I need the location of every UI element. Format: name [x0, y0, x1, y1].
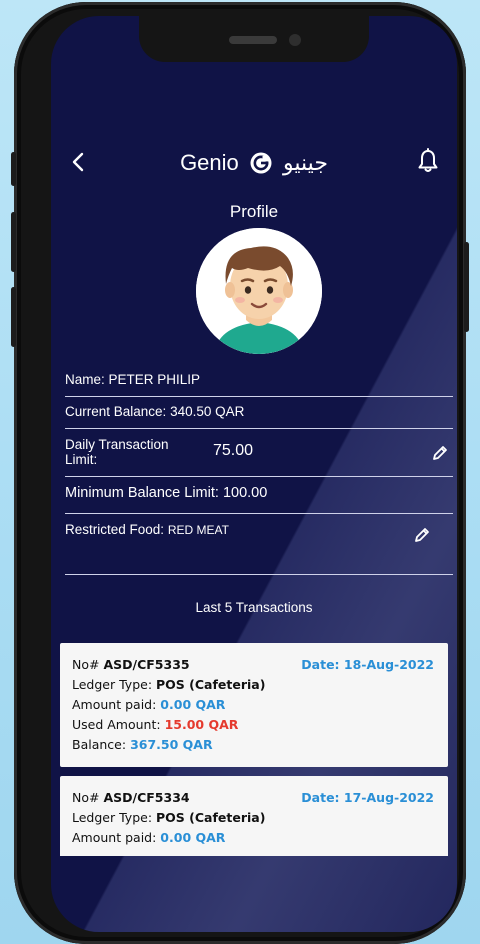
balance-label: Current Balance:	[65, 404, 167, 419]
divider	[65, 574, 453, 575]
ledger-type: Ledger Type: POS (Cafeteria)	[72, 810, 265, 825]
daily-limit-label-2: Limit:	[65, 452, 98, 467]
transaction-balance-value: 367.50 QAR	[130, 737, 213, 752]
restricted-food-row: Restricted Food: RED MEAT	[65, 522, 451, 537]
notification-bell-icon[interactable]	[417, 148, 439, 174]
ledger-type: Ledger Type: POS (Cafeteria)	[72, 677, 265, 692]
transaction-card[interactable]: No# ASD/CF5334 Date: 17-Aug-2022 Ledger …	[60, 776, 448, 856]
avatar-illustration	[196, 228, 322, 354]
amount-paid-label: Amount paid:	[72, 697, 157, 712]
divider	[65, 428, 453, 429]
name-label: Name:	[65, 372, 105, 387]
min-balance-row: Minimum Balance Limit: 100.00	[65, 485, 451, 501]
mute-switch	[11, 152, 16, 186]
used-amount-value: 15.00 QAR	[164, 717, 239, 732]
transaction-date: Date: 18-Aug-2022	[301, 657, 434, 672]
volume-down-button	[11, 287, 16, 347]
name-row: Name: PETER PHILIP	[65, 372, 451, 387]
app-logo: Genio جينيو	[51, 146, 457, 179]
transaction-balance-label: Balance:	[72, 737, 127, 752]
restricted-food-value: RED MEAT	[167, 523, 229, 537]
edit-daily-limit-icon[interactable]	[431, 444, 449, 462]
used-amount: Used Amount: 15.00 QAR	[72, 717, 238, 732]
transaction-no-value: ASD/CF5335	[103, 657, 190, 672]
logo-text-ar: جينيو	[283, 150, 328, 176]
transactions-title: Last 5 Transactions	[195, 600, 313, 615]
ledger-type-label: Ledger Type:	[72, 810, 153, 825]
daily-limit-row: Daily Transaction Limit: 75.00	[65, 437, 451, 467]
transaction-no-label: No#	[72, 657, 100, 672]
transaction-card[interactable]: No# ASD/CF5335 Date: 18-Aug-2022 Ledger …	[60, 643, 448, 767]
balance-value: 340.50 QAR	[170, 404, 245, 419]
name-value: PETER PHILIP	[108, 372, 201, 387]
balance-row: Current Balance: 340.50 QAR	[65, 404, 451, 419]
screen: Genio جينيو Profile Name: PETER PHILIP C…	[51, 16, 457, 932]
daily-limit-value: 75.00	[213, 442, 254, 459]
transaction-no-value: ASD/CF5334	[103, 790, 190, 805]
min-balance-value: 100.00	[222, 485, 268, 501]
used-amount-label: Used Amount:	[72, 717, 161, 732]
divider	[65, 513, 453, 514]
ledger-type-label: Ledger Type:	[72, 677, 153, 692]
top-bar: Genio جينيو	[51, 146, 457, 180]
ledger-type-value: POS (Cafeteria)	[156, 810, 266, 825]
divider	[65, 476, 453, 477]
transaction-no-label: No#	[72, 790, 100, 805]
min-balance-label: Minimum Balance Limit:	[65, 485, 219, 501]
page-title: Profile	[229, 202, 279, 221]
phone-frame: Genio جينيو Profile Name: PETER PHILIP C…	[11, 2, 469, 944]
daily-limit-label-1: Daily Transaction	[65, 437, 169, 452]
power-button	[464, 242, 469, 332]
profile-avatar	[196, 228, 322, 354]
speaker	[229, 36, 277, 44]
edit-restricted-food-icon[interactable]	[413, 526, 431, 544]
amount-paid: Amount paid: 0.00 QAR	[72, 697, 225, 712]
ledger-type-value: POS (Cafeteria)	[156, 677, 266, 692]
amount-paid: Amount paid: 0.00 QAR	[72, 830, 225, 845]
transaction-no: No# ASD/CF5335	[72, 657, 190, 672]
transaction-date: Date: 17-Aug-2022	[301, 790, 434, 805]
camera	[289, 34, 301, 46]
logo-text-en: Genio	[180, 150, 239, 176]
divider	[65, 396, 453, 397]
notch	[139, 16, 369, 62]
restricted-food-label: Restricted Food:	[65, 522, 165, 537]
transaction-no: No# ASD/CF5334	[72, 790, 190, 805]
amount-paid-value: 0.00 QAR	[160, 697, 226, 712]
genio-g-icon	[250, 152, 272, 174]
amount-paid-label: Amount paid:	[72, 830, 157, 845]
amount-paid-value: 0.00 QAR	[160, 830, 226, 845]
transaction-balance: Balance: 367.50 QAR	[72, 737, 213, 752]
volume-up-button	[11, 212, 16, 272]
